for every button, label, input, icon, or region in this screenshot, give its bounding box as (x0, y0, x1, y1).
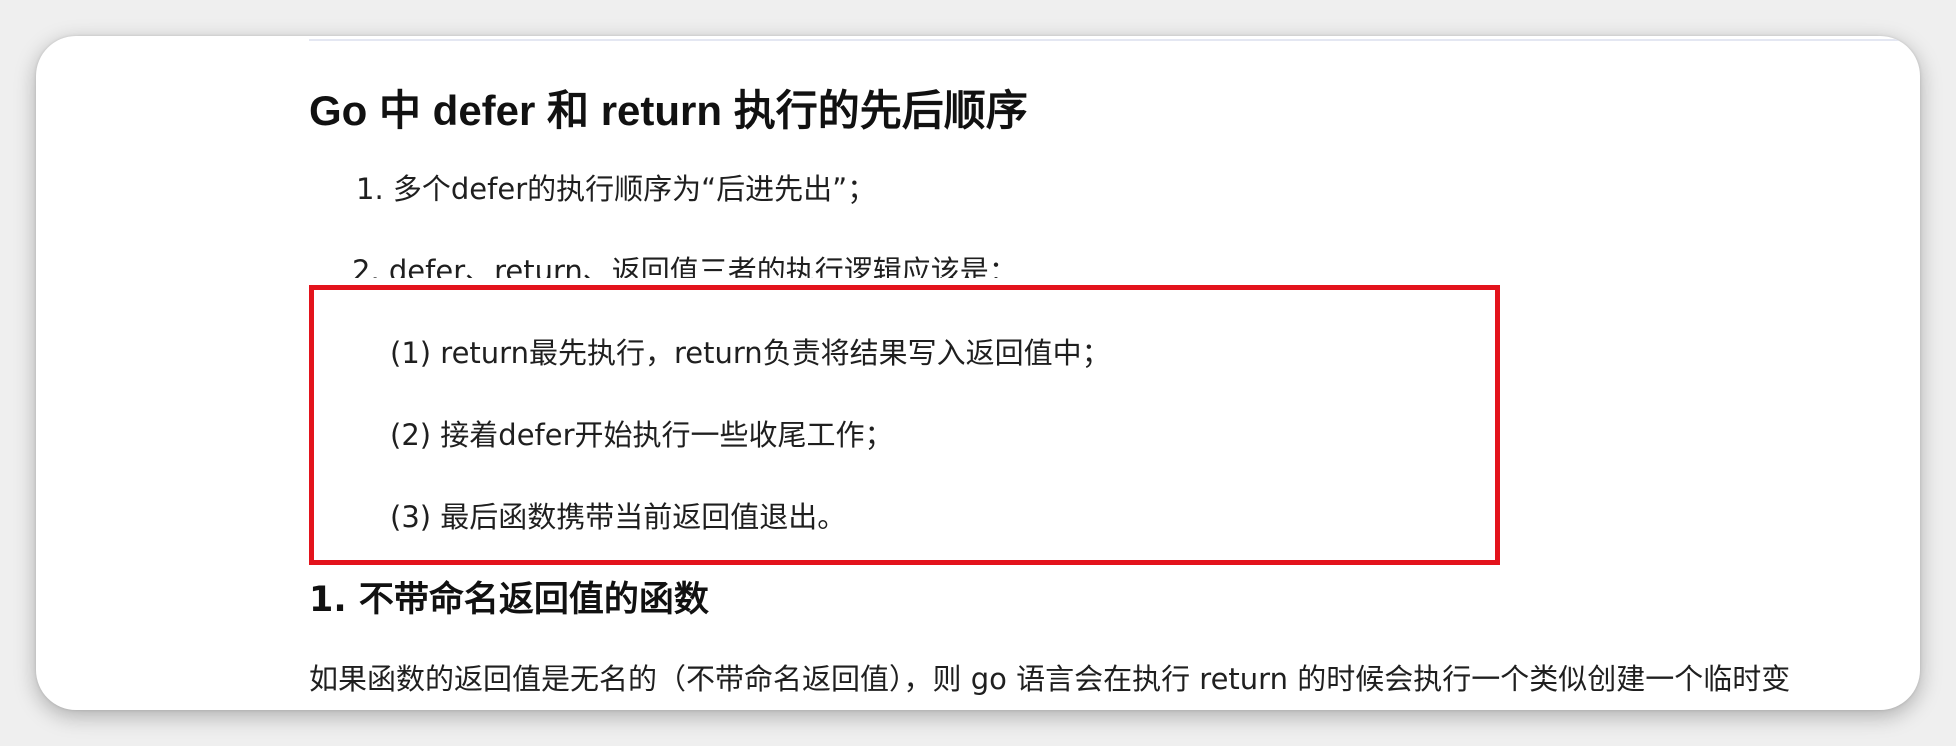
body-paragraph: 如果函数的返回值是无名的（不带命名返回值），则 go 语言会在执行 return… (309, 662, 1791, 696)
list-item: 2. defer、return、返回值三者的执行逻辑应该是： (352, 254, 1018, 278)
step-item: (1) return最先执行，return负责将结果写入返回值中； (390, 336, 1111, 370)
section-heading: 1. 不带命名返回值的函数 (309, 580, 709, 620)
document-window: Go 中 defer 和 return 执行的先后顺序 1. 多个defer的执… (36, 36, 1920, 710)
list-item: 1. 多个defer的执行顺序为“后进先出”； (356, 172, 877, 206)
step-item: (2) 接着defer开始执行一些收尾工作； (390, 418, 894, 452)
page-title: Go 中 defer 和 return 执行的先后顺序 (309, 87, 1028, 134)
step-item: (3) 最后函数携带当前返回值退出。 (390, 500, 847, 534)
top-divider (309, 39, 1920, 41)
